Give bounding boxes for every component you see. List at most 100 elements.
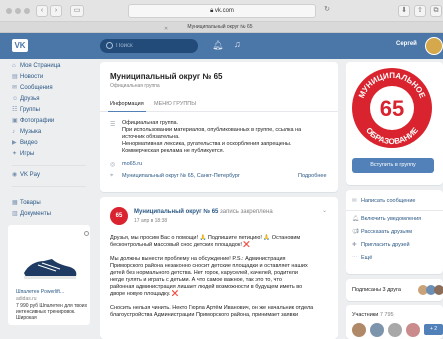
user-name[interactable]: Сергей bbox=[396, 41, 417, 47]
reload-icon[interactable]: ↻ bbox=[322, 5, 332, 17]
browser-toolbar: ‹ › ▭ 🔒︎ vk.com ↻ ⬇ ⇧ ⧉ bbox=[0, 0, 443, 22]
enable-notifications-button[interactable]: 🔔︎ Включить уведомления bbox=[352, 214, 421, 224]
avatar[interactable] bbox=[352, 323, 366, 337]
back-button[interactable]: ‹ bbox=[36, 5, 48, 17]
tabs-overview-button[interactable]: ⧉ bbox=[430, 5, 442, 17]
divider bbox=[346, 210, 443, 211]
sidebar-item-friends[interactable]: ☺ Друзья bbox=[12, 94, 39, 104]
tab-title: Муниципальный округ № 65 bbox=[187, 24, 253, 30]
goods-icon: ▦ bbox=[12, 200, 18, 206]
bell-icon: 🔔︎ bbox=[352, 216, 359, 222]
avatar[interactable] bbox=[406, 323, 420, 337]
website-link[interactable]: mo65.ru bbox=[122, 161, 322, 168]
friends-subscribed-label: Подписаны 3 друга bbox=[352, 287, 401, 293]
home-icon: ⌂ bbox=[12, 63, 16, 69]
news-icon: ▤ bbox=[12, 74, 18, 80]
join-group-button[interactable]: Вступить в группу bbox=[352, 158, 434, 173]
search-icon bbox=[106, 42, 113, 49]
sidebar-item-docs[interactable]: ▥ Документы bbox=[12, 209, 51, 219]
more-info-link[interactable]: Подробнее bbox=[298, 173, 327, 179]
pinned-post: 65 Муниципальный округ № 65 запись закре… bbox=[100, 197, 338, 339]
docs-icon: ▥ bbox=[12, 211, 18, 217]
sidebar-item-video[interactable]: ▶ Видео bbox=[12, 138, 38, 148]
post-date[interactable]: 17 апр в 18:38 bbox=[134, 218, 167, 224]
sidebar-item-vk-pay[interactable]: ◉ VK Pay bbox=[12, 170, 40, 180]
left-sidebar: ⌂ Моя Страница ▤ Новости ✉ Сообщения ☺ Друзь… bbox=[0, 59, 96, 339]
megaphone-icon: 📢︎ bbox=[352, 229, 359, 235]
ad-description: 7 990 руб Шпалетен для твоих интенсивных… bbox=[16, 303, 88, 321]
forward-button[interactable]: › bbox=[50, 5, 62, 17]
add-user-icon: ✚ bbox=[352, 242, 357, 248]
group-description: Официальная группа. При использовании ма… bbox=[122, 120, 302, 154]
sidebar-item-messages[interactable]: ✉ Сообщения bbox=[12, 83, 53, 93]
group-subtitle: Официальная группа bbox=[110, 83, 160, 89]
address-link[interactable]: Муниципальный округ № 65, Санкт-Петербур… bbox=[122, 173, 322, 180]
tab-vk[interactable]: ✕ Муниципальный округ № 65 bbox=[160, 23, 280, 32]
sidebar-item-my-page[interactable]: ⌂ Моя Страница bbox=[12, 61, 61, 71]
share-button[interactable]: ⇧ bbox=[414, 5, 426, 17]
more-icon: ⋯ bbox=[352, 255, 358, 261]
group-actions-card: ✉ Написать сообщение 🔔︎ Включить уведомлен… bbox=[346, 190, 443, 274]
description-icon: ☰ bbox=[110, 122, 116, 128]
group-logo[interactable]: 65 МУНИЦИПАЛЬНОЕ ОБРАЗОВАНИЕ bbox=[350, 66, 434, 150]
downloads-button[interactable]: ⬇ bbox=[398, 5, 410, 17]
notification-badge[interactable]: + 2 bbox=[424, 324, 443, 335]
music-icon: ♪ bbox=[12, 129, 15, 135]
search-input[interactable] bbox=[116, 40, 192, 52]
sidebar-item-groups[interactable]: ☷ Группы bbox=[12, 105, 40, 115]
info-icon[interactable] bbox=[84, 231, 89, 236]
music-player-icon[interactable]: ♫ bbox=[234, 39, 241, 49]
search-box[interactable] bbox=[100, 39, 198, 53]
share-with-friends-button[interactable]: 📢︎ Рассказать друзьям bbox=[352, 227, 412, 237]
avatar[interactable] bbox=[434, 285, 443, 295]
vk-header: VK 🔔︎ ♫ Сергей bbox=[0, 33, 443, 59]
friends-subscribed-card[interactable]: Подписаны 3 друга bbox=[346, 279, 443, 301]
avatar[interactable] bbox=[370, 323, 384, 337]
url-text: vk.com bbox=[214, 8, 234, 14]
pinned-label: запись закреплена bbox=[220, 209, 273, 215]
zoom-window-button[interactable] bbox=[24, 8, 30, 14]
games-icon: ✦ bbox=[12, 151, 18, 157]
groups-icon: ☷ bbox=[12, 107, 18, 113]
sidebar-item-music[interactable]: ♪ Музыка bbox=[12, 127, 41, 137]
more-actions-button[interactable]: ⋯ Ещё bbox=[352, 253, 372, 263]
sidebar-item-news[interactable]: ▤ Новости bbox=[12, 72, 43, 82]
ad-block[interactable]: Шпалетен Powerlift... adidas.ru 7 990 ру… bbox=[8, 225, 90, 325]
group-avatar-card: 65 МУНИЦИПАЛЬНОЕ ОБРАЗОВАНИЕ Вступить в … bbox=[346, 62, 443, 185]
ad-title: Шпалетен Powerlift... bbox=[16, 289, 65, 295]
sidebar-divider bbox=[12, 186, 86, 187]
members-count: 7 795 bbox=[379, 312, 394, 318]
tab-info[interactable]: Информация bbox=[110, 101, 144, 107]
user-avatar[interactable] bbox=[425, 37, 443, 55]
sidebar-toggle-button[interactable]: ▭ bbox=[70, 5, 84, 17]
group-info-card: Муниципальный округ № 65 Официальная гру… bbox=[100, 62, 338, 192]
tab-group-menu[interactable]: МЕНЮ ГРУППЫ bbox=[154, 101, 196, 107]
post-text: Друзья, мы просим Вас о помощи! 🙏 Подпиш… bbox=[110, 235, 314, 318]
send-message-button[interactable]: ✉ Написать сообщение bbox=[352, 196, 440, 206]
notifications-bell-icon[interactable]: 🔔︎ bbox=[212, 40, 223, 51]
active-tab-indicator bbox=[108, 111, 146, 112]
logo-number: 65 bbox=[380, 96, 404, 121]
avatar[interactable] bbox=[388, 323, 402, 337]
tab-bar: ✕ Муниципальный округ № 65 bbox=[0, 22, 443, 33]
vk-logo-icon[interactable]: VK bbox=[12, 39, 28, 52]
minimize-window-button[interactable] bbox=[15, 8, 21, 14]
sidebar-divider bbox=[12, 165, 86, 166]
sidebar-item-games[interactable]: ✦ Игры bbox=[12, 149, 34, 159]
post-author-avatar[interactable]: 65 bbox=[110, 207, 128, 225]
photos-icon: ▣ bbox=[12, 118, 18, 124]
video-icon: ▶ bbox=[12, 140, 17, 146]
sidebar-item-photos[interactable]: ▣ Фотографии bbox=[12, 116, 54, 126]
address-bar[interactable]: 🔒︎ vk.com bbox=[128, 4, 316, 18]
messages-icon: ✉ bbox=[12, 85, 18, 91]
vkpay-icon: ◉ bbox=[12, 172, 18, 178]
sneaker-image bbox=[24, 259, 77, 279]
sidebar-item-goods[interactable]: ▦ Товары bbox=[12, 198, 41, 208]
chevron-down-icon[interactable]: ⌄ bbox=[322, 207, 327, 214]
invite-friends-button[interactable]: ✚ Пригласить друзей bbox=[352, 240, 410, 250]
post-author[interactable]: Муниципальный округ № 65 запись закрепле… bbox=[134, 209, 273, 215]
close-window-button[interactable] bbox=[6, 8, 12, 14]
friends-icon: ☺ bbox=[12, 96, 19, 102]
location-pin-icon: ⌖ bbox=[110, 173, 114, 179]
members-label: Участники 7 795 bbox=[352, 312, 394, 318]
